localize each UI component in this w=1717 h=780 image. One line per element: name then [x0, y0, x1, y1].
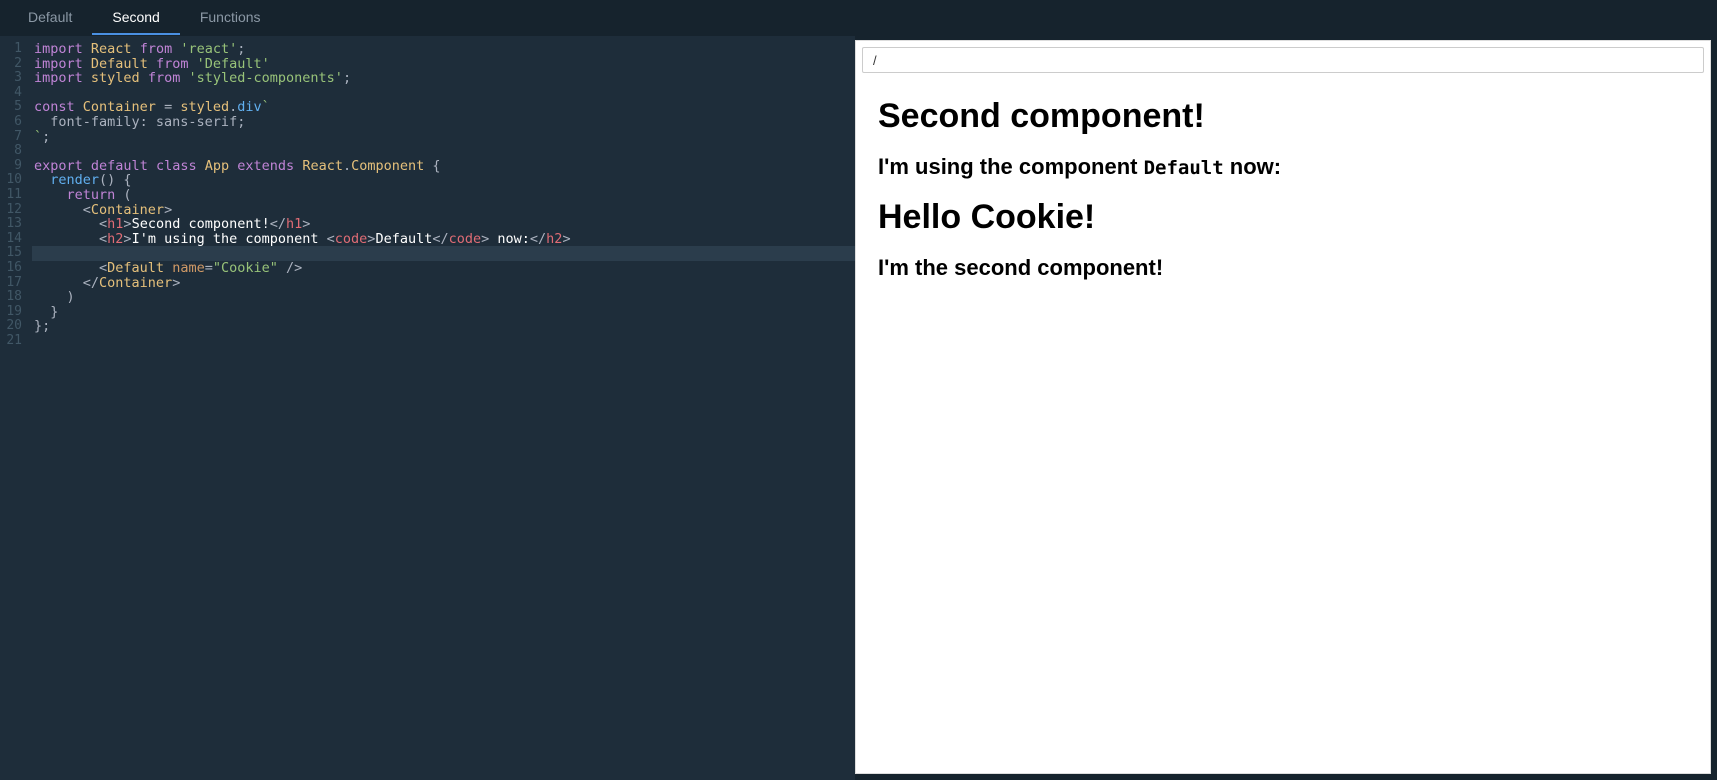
code-line[interactable]: import styled from 'styled-components'; — [32, 71, 855, 86]
preview-pane: Second component! I'm using the componen… — [855, 40, 1711, 774]
preview-heading-3: Hello Cookie! — [878, 198, 1688, 237]
tab-default[interactable]: Default — [8, 1, 92, 35]
code-line[interactable]: import React from 'react'; — [32, 42, 855, 57]
code-line[interactable]: }; — [32, 319, 855, 334]
preview-heading-4: I'm the second component! — [878, 255, 1688, 281]
code-line-active[interactable] — [32, 246, 855, 261]
line-gutter: 123456789101112131415161718192021 — [0, 36, 28, 780]
preview-body: Second component! I'm using the componen… — [856, 79, 1710, 317]
code-line[interactable] — [32, 334, 855, 349]
main-area: 123456789101112131415161718192021 import… — [0, 36, 1717, 780]
code-line[interactable]: import Default from 'Default' — [32, 57, 855, 72]
url-bar[interactable] — [862, 47, 1704, 73]
code-line[interactable]: <Default name="Cookie" /> — [32, 261, 855, 276]
code-line[interactable]: </Container> — [32, 276, 855, 291]
code-line[interactable]: export default class App extends React.C… — [32, 159, 855, 174]
code-line[interactable]: ) — [32, 290, 855, 305]
code-line[interactable]: const Container = styled.div` — [32, 100, 855, 115]
tab-functions[interactable]: Functions — [180, 1, 281, 35]
code-line[interactable]: `; — [32, 130, 855, 145]
tab-second[interactable]: Second — [92, 1, 179, 35]
code-line[interactable]: <Container> — [32, 203, 855, 218]
code-line[interactable]: render() { — [32, 173, 855, 188]
code-line[interactable]: <h1>Second component!</h1> — [32, 217, 855, 232]
code-line[interactable]: font-family: sans-serif; — [32, 115, 855, 130]
code-line[interactable]: <h2>I'm using the component <code>Defaul… — [32, 232, 855, 247]
preview-heading-1: Second component! — [878, 97, 1688, 136]
tabs-bar: Default Second Functions — [0, 0, 1717, 36]
preview-heading-2: I'm using the component Default now: — [878, 154, 1688, 180]
code-editor[interactable]: 123456789101112131415161718192021 import… — [0, 36, 855, 780]
code-line[interactable]: return ( — [32, 188, 855, 203]
code-line[interactable] — [32, 86, 855, 101]
code-area[interactable]: import React from 'react'; import Defaul… — [28, 36, 855, 780]
code-line[interactable] — [32, 144, 855, 159]
code-line[interactable]: } — [32, 305, 855, 320]
